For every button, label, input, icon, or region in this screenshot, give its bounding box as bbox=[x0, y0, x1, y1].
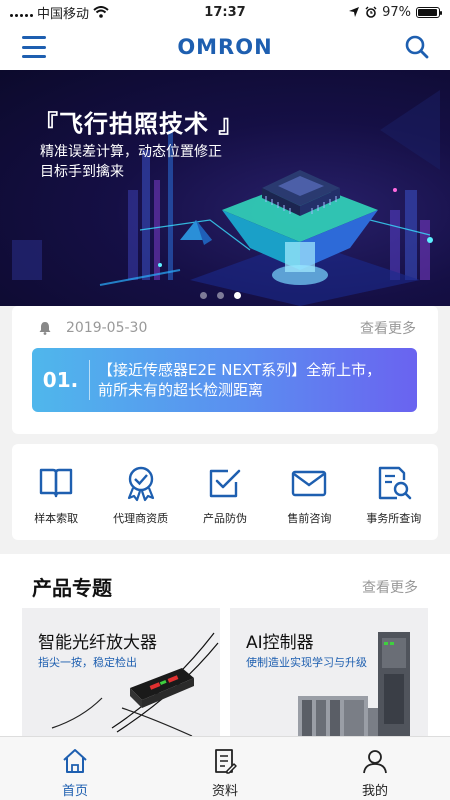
link-office-search[interactable]: 事务所查询 bbox=[353, 444, 435, 540]
news-more-link[interactable]: 查看更多 bbox=[360, 318, 416, 338]
product-card-ai-controller[interactable]: AI控制器 使制造业实现学习与升级 bbox=[230, 608, 428, 736]
news-text-line-2: 前所未有的超长检测距离 bbox=[98, 381, 264, 399]
bottom-tab-bar: 首页 资料 我的 bbox=[0, 736, 450, 800]
app-header: OMRON bbox=[0, 24, 450, 70]
tab-label: 我的 bbox=[361, 784, 388, 799]
book-icon bbox=[39, 468, 73, 498]
battery-icon bbox=[416, 6, 442, 18]
tab-label: 首页 bbox=[61, 784, 88, 799]
wifi-icon bbox=[93, 6, 109, 18]
home-icon bbox=[63, 749, 87, 773]
tab-home[interactable]: 首页 bbox=[0, 737, 150, 800]
banner-subtitle: 精准误差计算，动态位置修正 目标手到擒来 bbox=[40, 142, 222, 182]
product-subtitle: 指尖一按，稳定检出 bbox=[38, 656, 137, 669]
banner-title: 『飞行拍照技术 』 bbox=[34, 110, 244, 138]
product-title: AI控制器 bbox=[246, 633, 314, 653]
search-icon[interactable] bbox=[404, 34, 430, 60]
battery-percent: 97% bbox=[382, 4, 411, 20]
bell-icon bbox=[39, 322, 51, 335]
status-bar: 中国移动 17:37 97% bbox=[0, 0, 450, 24]
link-presale-consult[interactable]: 售前咨询 bbox=[268, 444, 350, 540]
checkbox-icon bbox=[209, 469, 241, 498]
link-label: 代理商资质 bbox=[113, 512, 169, 525]
link-agent-qualification[interactable]: 代理商资质 bbox=[100, 444, 182, 540]
document-icon bbox=[215, 749, 237, 774]
link-sample-request[interactable]: 样本索取 bbox=[15, 444, 97, 540]
link-label: 售前咨询 bbox=[287, 512, 332, 525]
banner-subtitle-line-1: 精准误差计算，动态位置修正 bbox=[40, 144, 222, 160]
link-label: 事务所查询 bbox=[366, 512, 422, 525]
product-title: 智能光纤放大器 bbox=[38, 633, 157, 653]
news-date: 2019-05-30 bbox=[66, 320, 148, 336]
news-card: 2019-05-30 查看更多 01. 【接近传感器E2E NEXT系列】全新上… bbox=[12, 306, 438, 434]
news-number: 01. bbox=[32, 360, 90, 400]
tab-label: 资料 bbox=[211, 784, 238, 799]
product-card-fiber-amplifier[interactable]: 智能光纤放大器 指尖一按，稳定检出 bbox=[22, 608, 220, 736]
battery-fill bbox=[418, 8, 438, 16]
product-subtitle: 使制造业实现学习与升级 bbox=[246, 656, 367, 669]
link-anti-counterfeit[interactable]: 产品防伪 bbox=[184, 444, 266, 540]
news-header: 2019-05-30 查看更多 bbox=[38, 318, 416, 338]
link-label: 产品防伪 bbox=[202, 512, 247, 525]
tab-profile[interactable]: 我的 bbox=[300, 737, 450, 800]
badge-icon bbox=[127, 466, 154, 502]
news-headline[interactable]: 01. 【接近传感器E2E NEXT系列】全新上市， 前所未有的超长检测距离 bbox=[32, 348, 417, 412]
mail-icon bbox=[292, 470, 327, 497]
link-label: 样本索取 bbox=[34, 512, 79, 525]
product-section-title: 产品专题 bbox=[32, 576, 112, 600]
omron-logo: OMRON bbox=[177, 35, 273, 59]
menu-icon[interactable] bbox=[22, 36, 46, 58]
status-left: 中国移动 bbox=[10, 3, 109, 22]
banner-subtitle-line-2: 目标手到擒来 bbox=[40, 164, 124, 180]
quick-links: 样本索取 代理商资质 产品防伪 售前咨询 事务所查询 bbox=[12, 444, 438, 540]
alarm-clock-icon bbox=[365, 6, 377, 18]
user-icon bbox=[363, 750, 387, 774]
carousel-dots bbox=[200, 292, 241, 299]
carrier-label: 中国移动 bbox=[37, 6, 90, 22]
tab-resources[interactable]: 资料 bbox=[150, 737, 300, 800]
banner-carousel[interactable]: 『飞行拍照技术 』 精准误差计算，动态位置修正 目标手到擒来 bbox=[0, 70, 450, 306]
news-text: 【接近传感器E2E NEXT系列】全新上市， 前所未有的超长检测距离 bbox=[90, 360, 381, 400]
product-section-header: 产品专题 查看更多 bbox=[32, 572, 418, 601]
signal-icon bbox=[10, 7, 33, 17]
carousel-dot[interactable] bbox=[200, 292, 207, 299]
status-right: 97% bbox=[348, 4, 442, 20]
carousel-dot[interactable] bbox=[217, 292, 224, 299]
product-more-link[interactable]: 查看更多 bbox=[362, 577, 418, 597]
document-search-icon bbox=[378, 466, 412, 500]
product-section: 产品专题 查看更多 智能光纤放大器 指尖一按，稳定检出 AI控制器 使制造业实现… bbox=[0, 554, 450, 736]
carousel-dot-active[interactable] bbox=[234, 292, 241, 299]
location-arrow-icon bbox=[349, 7, 360, 17]
news-text-line-1: 【接近传感器E2E NEXT系列】全新上市， bbox=[98, 361, 382, 379]
